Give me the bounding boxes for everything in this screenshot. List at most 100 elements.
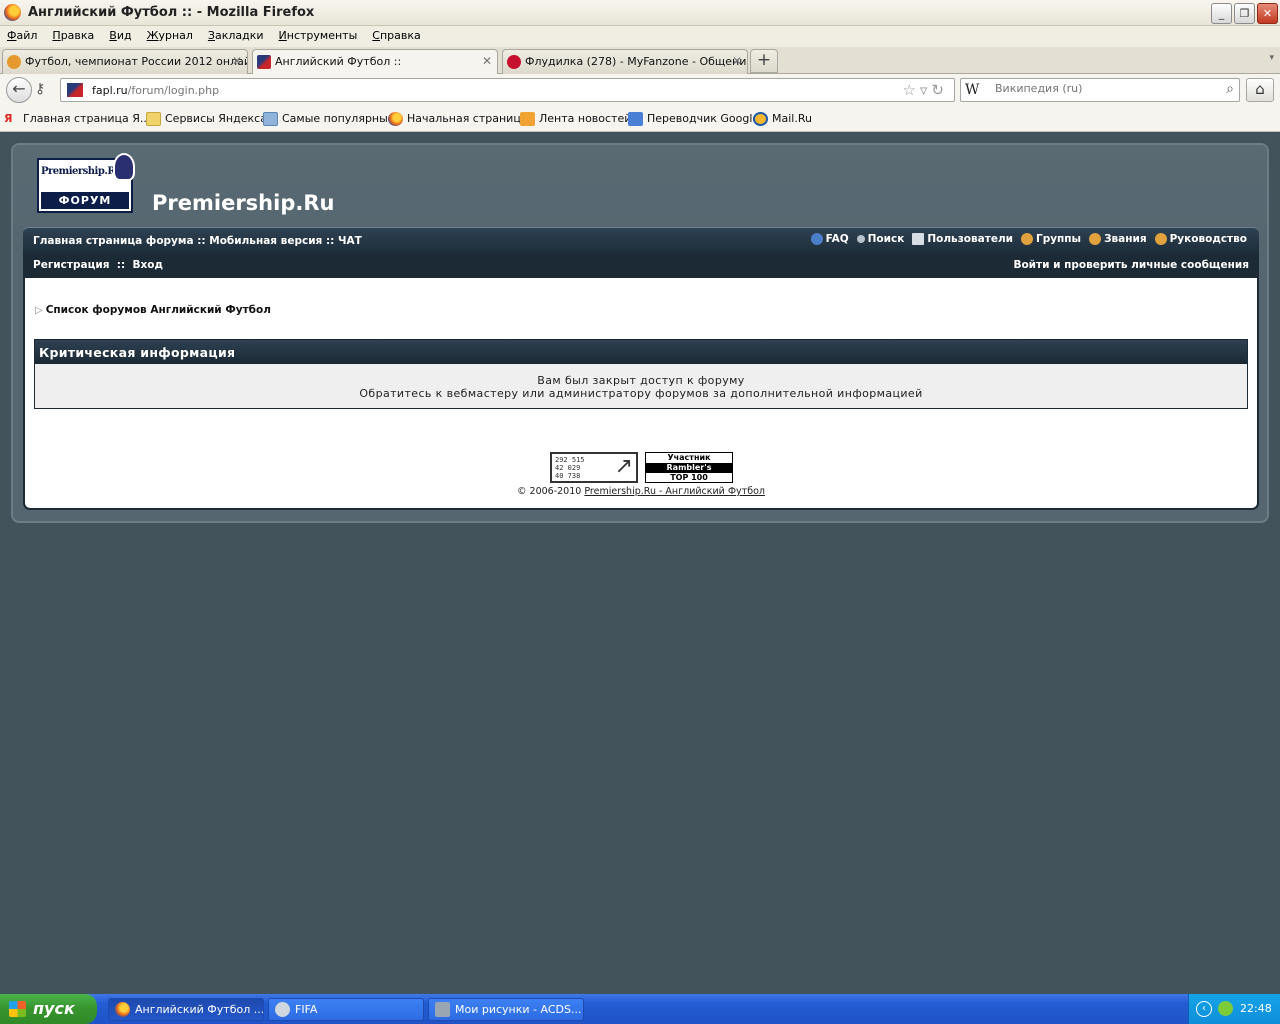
- bookmark-label: Начальная страница: [407, 112, 528, 125]
- rss-icon: [520, 112, 535, 126]
- staff-link[interactable]: Руководство: [1154, 233, 1247, 245]
- premier-league-lion-icon: [113, 153, 135, 181]
- minimize-button[interactable]: _: [1211, 3, 1232, 24]
- close-tab-icon[interactable]: ✕: [232, 54, 242, 68]
- menu-file[interactable]: Файл: [6, 26, 44, 47]
- bookmark-news-feed[interactable]: Лента новостей: [520, 112, 632, 126]
- register-link[interactable]: Регистрация: [33, 259, 109, 271]
- identity-key-icon[interactable]: ⚷: [35, 81, 45, 97]
- bookmark-google-translate[interactable]: Переводчик Google: [628, 112, 760, 126]
- back-button[interactable]: ←: [6, 77, 32, 103]
- acdsee-icon: [435, 1002, 450, 1017]
- copyright-years: © 2006-2010: [517, 486, 582, 497]
- groups-link[interactable]: Группы: [1021, 233, 1081, 245]
- login-link[interactable]: Вход: [132, 259, 162, 271]
- firefox-icon: [115, 1002, 130, 1017]
- forum-main-nav: Главная страница форума :: Мобильная вер…: [23, 227, 1259, 253]
- tab-myfanzone[interactable]: Флудилка (278) - MyFanzone - Общени... ✕: [502, 49, 748, 74]
- navigation-bar: ← ⚷ fapl.ru/forum/login.php ☆▿↻ W ⌕ ⌂: [0, 74, 1280, 106]
- close-tab-icon[interactable]: ✕: [482, 54, 492, 68]
- start-button[interactable]: пуск: [0, 994, 97, 1024]
- breadcrumb: ▷ Список форумов Английский Футбол: [35, 304, 271, 316]
- banned-message: Вам был закрыт доступ к форуму: [537, 374, 745, 387]
- firefox-icon: [388, 112, 403, 126]
- home-button[interactable]: ⌂: [1246, 78, 1274, 102]
- auth-links: Регистрация :: Вход: [33, 259, 163, 271]
- fifa-icon: [275, 1002, 290, 1017]
- members-icon: [912, 233, 925, 245]
- url-bar[interactable]: fapl.ru/forum/login.php ☆▿↻: [60, 78, 955, 102]
- soccer-ball-icon: [7, 55, 21, 69]
- task-firefox[interactable]: Английский Футбол ...: [108, 998, 264, 1021]
- folder-icon: [146, 112, 161, 126]
- forum-nav-links[interactable]: Главная страница форума :: Мобильная вер…: [33, 235, 362, 247]
- site-favicon-icon: [67, 83, 83, 97]
- forum-user-nav: Регистрация :: Вход Войти и проверить ли…: [23, 253, 1259, 278]
- search-link[interactable]: Поиск: [856, 233, 904, 245]
- bookmarks-toolbar: Я Главная страница Я... Сервисы Яндекса …: [0, 106, 1280, 132]
- groups-icon: [1021, 233, 1033, 245]
- yandex-icon: Я: [4, 112, 13, 125]
- copyright: © 2006-2010 Premiership.Ru - Английский …: [25, 486, 1257, 497]
- forum-logo[interactable]: Premiership.Ru ФОРУМ: [37, 153, 135, 213]
- system-tray: ‹ 22:48: [1188, 994, 1280, 1024]
- counter-values: 292 515 42 029 40 738: [555, 456, 585, 480]
- menu-tools[interactable]: Инструменты: [278, 26, 365, 47]
- restore-button[interactable]: ❐: [1234, 3, 1255, 24]
- search-bar[interactable]: W ⌕: [960, 78, 1240, 102]
- firefox-icon: [4, 4, 21, 21]
- clock: 22:48: [1240, 1002, 1272, 1015]
- new-tab-button[interactable]: +: [750, 49, 778, 73]
- task-label: Английский Футбол ...: [135, 1003, 264, 1016]
- tab-english-football[interactable]: Английский Футбол :: ✕: [252, 49, 498, 75]
- faq-link[interactable]: FAQ: [810, 233, 849, 245]
- bookmark-most-visited[interactable]: Самые популярные: [263, 112, 395, 126]
- bookmark-label: Лента новостей: [539, 112, 632, 125]
- menu-view[interactable]: Вид: [108, 26, 138, 47]
- forum-tool-links: FAQ Поиск Пользователи Группы Звания Рук…: [810, 233, 1247, 245]
- logo-forum-label: ФОРУМ: [41, 192, 129, 209]
- members-link[interactable]: Пользователи: [912, 233, 1013, 245]
- menu-help[interactable]: Справка: [371, 26, 427, 47]
- bookmark-mailru[interactable]: Mail.Ru: [753, 112, 812, 126]
- contact-admin-message: Обратитесь к вебмастеру или администрато…: [359, 387, 923, 400]
- ranks-link[interactable]: Звания: [1089, 233, 1147, 245]
- logo-text: Premiership.Ru: [41, 166, 122, 177]
- menu-edit[interactable]: Правка: [51, 26, 101, 47]
- check-messages-link[interactable]: Войти и проверить личные сообщения: [1013, 259, 1249, 271]
- url-text[interactable]: fapl.ru/forum/login.php: [92, 84, 219, 97]
- forum-index-link[interactable]: Список форумов Английский Футбол: [46, 304, 271, 316]
- liveinternet-counter[interactable]: 292 515 42 029 40 738 ↗: [550, 452, 638, 483]
- tab-list-chevron-icon[interactable]: ▾: [1269, 53, 1274, 63]
- window-title-bar: Английский Футбол :: - Mozilla Firefox _…: [0, 0, 1280, 26]
- task-fifa[interactable]: FIFA: [268, 998, 424, 1021]
- site-title: Premiership.Ru: [152, 191, 335, 215]
- bookmark-yandex-home[interactable]: Я Главная страница Я...: [4, 112, 150, 125]
- show-hidden-icons-button[interactable]: ‹: [1196, 1001, 1212, 1017]
- bookmark-label: Mail.Ru: [772, 112, 812, 125]
- wikipedia-icon[interactable]: W: [965, 82, 979, 98]
- bookmark-label: Переводчик Google: [647, 112, 760, 125]
- close-button[interactable]: ✕: [1257, 3, 1278, 24]
- panel-title: Критическая информация: [35, 340, 1247, 364]
- mail-agent-icon[interactable]: [1218, 1001, 1233, 1016]
- search-magnifier-icon[interactable]: ⌕: [1226, 81, 1234, 97]
- menu-history[interactable]: Журнал: [146, 26, 200, 47]
- close-tab-icon[interactable]: ✕: [732, 54, 742, 68]
- task-acdsee[interactable]: Мои рисунки - ACDS...: [428, 998, 584, 1021]
- menu-bookmarks[interactable]: Закладки: [207, 26, 271, 47]
- reload-icon[interactable]: ↻: [931, 81, 948, 99]
- url-history-dropdown-icon[interactable]: ▿: [920, 81, 932, 99]
- windows-logo-icon: [9, 1001, 26, 1017]
- url-bar-tools: ☆▿↻: [902, 81, 948, 99]
- help-icon: [810, 233, 823, 245]
- search-input[interactable]: [995, 82, 1205, 95]
- rambler-top100-badge[interactable]: Участник Rambler's TOP 100: [645, 452, 733, 483]
- tab-football-russia[interactable]: Футбол, чемпионат России 2012 онлай... ✕: [2, 49, 248, 74]
- google-translate-icon: [628, 112, 643, 126]
- nav-separator: ::: [116, 259, 126, 271]
- bookmark-star-icon[interactable]: ☆: [902, 81, 919, 99]
- copyright-link[interactable]: Premiership.Ru - Английский Футбол: [584, 486, 765, 497]
- bookmark-yandex-services[interactable]: Сервисы Яндекса: [146, 112, 267, 126]
- bookmark-start-page[interactable]: Начальная страница: [388, 112, 528, 126]
